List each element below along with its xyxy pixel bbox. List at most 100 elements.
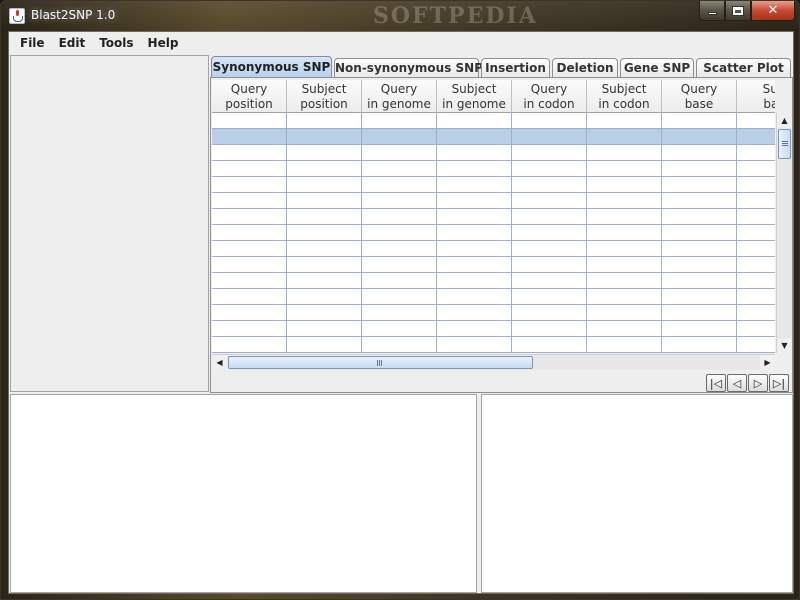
column-header[interactable]: Sub bas — [737, 80, 775, 113]
column-header[interactable]: Subject in codon — [587, 80, 662, 113]
table-cell[interactable] — [512, 257, 587, 273]
table-cell[interactable] — [362, 129, 437, 145]
table-cell[interactable] — [737, 161, 775, 177]
table-cell[interactable] — [437, 177, 512, 193]
table-cell[interactable] — [437, 273, 512, 289]
table-cell[interactable] — [587, 145, 662, 161]
table-row[interactable] — [212, 337, 775, 353]
tab-insertion[interactable]: Insertion — [481, 58, 550, 77]
table-cell[interactable] — [512, 289, 587, 305]
tab-scatter-plot[interactable]: Scatter Plot — [696, 58, 791, 77]
table-cell[interactable] — [287, 241, 362, 257]
table-cell[interactable] — [287, 209, 362, 225]
table-row[interactable] — [212, 241, 775, 257]
table-cell[interactable] — [437, 321, 512, 337]
table-cell[interactable] — [287, 193, 362, 209]
table-cell[interactable] — [587, 337, 662, 353]
column-header[interactable]: Query in codon — [512, 80, 587, 113]
table-cell[interactable] — [212, 241, 287, 257]
first-page-button[interactable]: |◁ — [706, 374, 726, 392]
menu-file[interactable]: File — [13, 32, 52, 54]
vertical-scrollbar[interactable]: ▲ ▼ — [776, 113, 792, 353]
table-cell[interactable] — [287, 273, 362, 289]
table-cell[interactable] — [662, 289, 737, 305]
table-cell[interactable] — [437, 129, 512, 145]
table-cell[interactable] — [737, 209, 775, 225]
table-cell[interactable] — [587, 305, 662, 321]
table-cell[interactable] — [662, 129, 737, 145]
table-cell[interactable] — [287, 321, 362, 337]
table-cell[interactable] — [737, 225, 775, 241]
table-cell[interactable] — [512, 321, 587, 337]
table-cell[interactable] — [737, 241, 775, 257]
table-cell[interactable] — [587, 273, 662, 289]
horizontal-scroll-thumb[interactable] — [228, 356, 533, 369]
table-cell[interactable] — [212, 145, 287, 161]
table-cell[interactable] — [437, 161, 512, 177]
table-cell[interactable] — [587, 209, 662, 225]
table-cell[interactable] — [287, 289, 362, 305]
table-cell[interactable] — [662, 209, 737, 225]
table-row[interactable] — [212, 193, 775, 209]
table-cell[interactable] — [587, 193, 662, 209]
table-cell[interactable] — [587, 289, 662, 305]
table-cell[interactable] — [587, 225, 662, 241]
tab-non-synonymous-snp[interactable]: Non-synonymous SNP — [334, 58, 483, 77]
table-cell[interactable] — [737, 337, 775, 353]
table-cell[interactable] — [212, 257, 287, 273]
column-header[interactable]: Query in genome — [362, 80, 437, 113]
table-row[interactable] — [212, 209, 775, 225]
table-cell[interactable] — [287, 129, 362, 145]
table-cell[interactable] — [362, 145, 437, 161]
table-cell[interactable] — [587, 161, 662, 177]
table-row[interactable] — [212, 225, 775, 241]
tab-gene-snp[interactable]: Gene SNP — [620, 58, 694, 77]
table-cell[interactable] — [512, 225, 587, 241]
scroll-down-button[interactable]: ▼ — [777, 338, 792, 353]
table-cell[interactable] — [437, 193, 512, 209]
table-cell[interactable] — [737, 145, 775, 161]
table-cell[interactable] — [362, 193, 437, 209]
table-cell[interactable] — [662, 321, 737, 337]
table-cell[interactable] — [737, 273, 775, 289]
table-cell[interactable] — [437, 225, 512, 241]
minimize-button[interactable] — [699, 1, 725, 21]
table-cell[interactable] — [362, 289, 437, 305]
column-header[interactable]: Query base — [662, 80, 737, 113]
table-cell[interactable] — [512, 273, 587, 289]
table-cell[interactable] — [587, 257, 662, 273]
table-cell[interactable] — [737, 257, 775, 273]
table-cell[interactable] — [662, 113, 737, 129]
table-cell[interactable] — [287, 337, 362, 353]
table-cell[interactable] — [437, 257, 512, 273]
table-row[interactable] — [212, 257, 775, 273]
table-cell[interactable] — [737, 193, 775, 209]
table-cell[interactable] — [512, 305, 587, 321]
scroll-up-button[interactable]: ▲ — [777, 113, 792, 128]
table-cell[interactable] — [437, 113, 512, 129]
table-cell[interactable] — [512, 209, 587, 225]
table-cell[interactable] — [437, 145, 512, 161]
table-cell[interactable] — [587, 241, 662, 257]
table-cell[interactable] — [212, 129, 287, 145]
column-header[interactable]: Subject position — [287, 80, 362, 113]
table-cell[interactable] — [512, 337, 587, 353]
table-cell[interactable] — [362, 273, 437, 289]
table-cell[interactable] — [587, 321, 662, 337]
table-cell[interactable] — [212, 289, 287, 305]
horizontal-scrollbar[interactable]: ◀ ▶ — [212, 354, 775, 370]
table-cell[interactable] — [662, 177, 737, 193]
table-cell[interactable] — [662, 305, 737, 321]
table-cell[interactable] — [212, 225, 287, 241]
table-cell[interactable] — [362, 113, 437, 129]
table-cell[interactable] — [662, 145, 737, 161]
table-row[interactable] — [212, 305, 775, 321]
table-cell[interactable] — [512, 241, 587, 257]
table-cell[interactable] — [437, 209, 512, 225]
table-cell[interactable] — [212, 273, 287, 289]
table-cell[interactable] — [287, 113, 362, 129]
table-cell[interactable] — [737, 289, 775, 305]
table-cell[interactable] — [662, 337, 737, 353]
vertical-scroll-thumb[interactable] — [778, 129, 791, 159]
table-cell[interactable] — [437, 337, 512, 353]
